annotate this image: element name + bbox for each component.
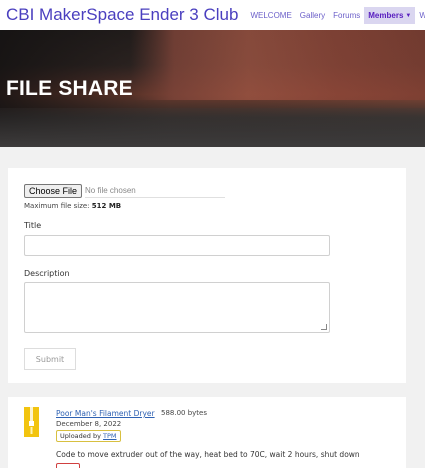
uploader-link[interactable]: TPM (103, 432, 117, 440)
chevron-down-icon: ▼ (405, 12, 412, 19)
file-action-button[interactable] (56, 463, 80, 468)
file-chosen-status: No file chosen (85, 184, 226, 198)
file-picker: Choose File No file chosen (24, 184, 226, 198)
nav-item-forums[interactable]: Forums (329, 0, 364, 30)
page-title: FILE SHARE (6, 77, 133, 100)
nav-item-members-label: Members (368, 11, 404, 20)
nav-item-gallery[interactable]: Gallery (296, 0, 329, 30)
title-label: Title (24, 221, 42, 230)
site-header: CBI MakerSpace Ender 3 Club WELCOME Gall… (0, 0, 425, 30)
file-list-item: Poor Man's Filament Dryer 588.00 bytes D… (8, 397, 406, 468)
upload-form: Choose File No file chosen Maximum file … (8, 168, 406, 383)
file-date: December 8, 2022 (56, 420, 122, 428)
file-name-link[interactable]: Poor Man's Filament Dryer (56, 409, 155, 418)
max-size-prefix: Maximum file size: (24, 202, 90, 210)
hero-banner: FILE SHARE (0, 30, 425, 147)
resize-handle-icon[interactable] (321, 324, 327, 330)
nav-item-welcome[interactable]: WELCOME (246, 0, 295, 30)
nav-item-members[interactable]: Members ▼ (364, 7, 416, 24)
zip-file-icon (24, 407, 39, 437)
site-title[interactable]: CBI MakerSpace Ender 3 Club (6, 5, 238, 25)
uploaded-by-prefix: Uploaded by (60, 432, 101, 440)
title-input[interactable] (24, 235, 330, 256)
uploaded-by-badge: Uploaded by TPM (56, 430, 121, 442)
nav-item-workflow[interactable]: Workflow (415, 0, 425, 30)
file-size: 588.00 bytes (161, 409, 208, 417)
choose-file-button[interactable]: Choose File (24, 184, 83, 198)
submit-button[interactable]: Submit (24, 348, 76, 370)
max-size-value: 512 MB (91, 202, 122, 210)
description-textarea[interactable] (24, 282, 330, 333)
description-label: Description (24, 269, 70, 278)
max-file-size-note: Maximum file size: 512 MB (24, 202, 121, 210)
main-nav: WELCOME Gallery Forums Members ▼ Workflo… (246, 0, 425, 30)
file-description: Code to move extruder out of the way, he… (56, 450, 360, 459)
